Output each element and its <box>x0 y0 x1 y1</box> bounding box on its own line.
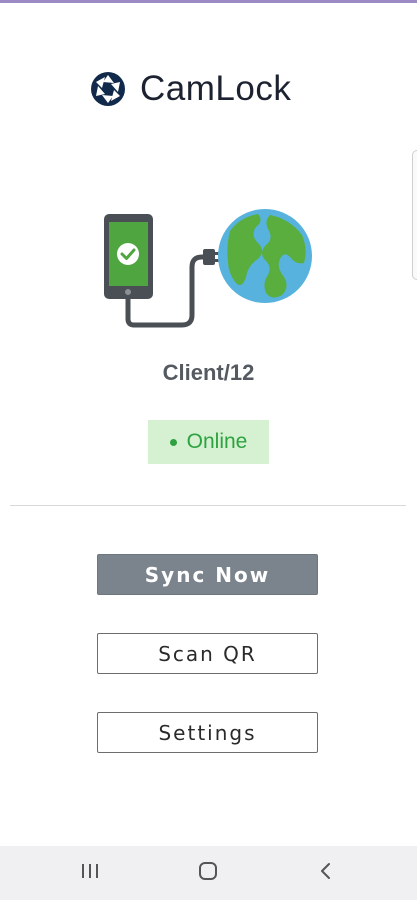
app-header: CamLock <box>90 66 291 112</box>
settings-button[interactable]: Settings <box>97 712 318 753</box>
status-badge: Online <box>148 420 269 464</box>
client-name: Client/12 <box>162 360 255 385</box>
home-icon <box>197 860 219 886</box>
status-label: Online <box>186 430 248 453</box>
status-dot-icon <box>169 438 177 446</box>
top-accent-bar <box>0 0 417 3</box>
camera-shutter-icon <box>90 71 126 107</box>
scan-qr-button[interactable]: Scan QR <box>97 633 318 674</box>
recents-icon <box>80 862 100 884</box>
recents-button[interactable] <box>60 846 120 900</box>
home-button[interactable] <box>178 846 238 900</box>
globe-icon <box>218 209 312 303</box>
sync-now-button[interactable]: Sync Now <box>97 554 318 595</box>
divider <box>10 505 406 506</box>
app-name: CamLock <box>140 69 292 108</box>
back-button[interactable] <box>296 846 356 900</box>
system-navigation-bar <box>0 846 417 900</box>
phone-check-icon <box>104 214 153 299</box>
back-icon <box>318 861 334 885</box>
connection-illustration <box>100 205 320 335</box>
edge-panel-handle[interactable] <box>412 150 417 280</box>
